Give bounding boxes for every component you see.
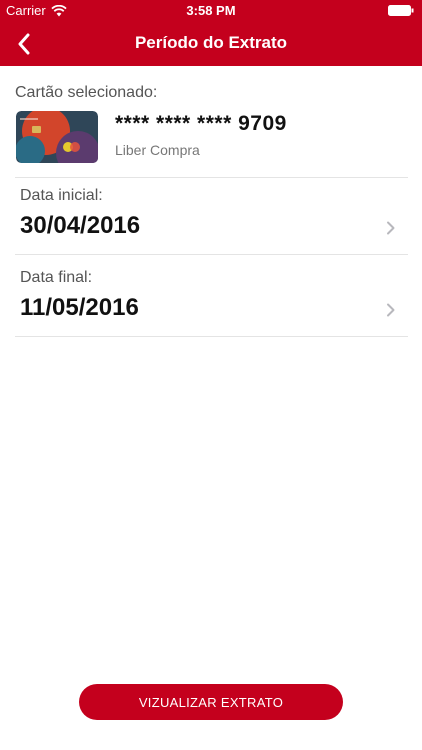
end-date-row[interactable]: Data final: 11/05/2016	[15, 259, 408, 339]
selected-card-label: Cartão selecionado:	[15, 84, 158, 101]
navigation-bar: Período do Extrato	[0, 22, 422, 66]
battery-icon	[388, 5, 414, 16]
page-title: Período do Extrato	[134, 33, 288, 52]
divider	[15, 254, 408, 255]
card-number: **** **** **** 9709	[115, 112, 287, 136]
chevron-right-icon	[387, 303, 395, 317]
end-date-label: Data final:	[20, 269, 93, 286]
start-date-value: 30/04/2016	[20, 212, 141, 239]
divider	[15, 336, 408, 337]
start-date-row[interactable]: Data inicial: 30/04/2016	[15, 177, 408, 257]
statement-period-screen: Carrier 3:58 PM Período do Extrato Cartã…	[0, 0, 422, 750]
card-type: Liber Compra	[115, 142, 200, 158]
credit-card-image	[16, 111, 98, 163]
card-number-masked: **** **** ****	[115, 112, 232, 135]
status-time: 3:58 PM	[186, 3, 236, 18]
chevron-right-icon	[387, 221, 395, 235]
start-date-label: Data inicial:	[20, 187, 103, 204]
app-header: Carrier 3:58 PM Período do Extrato	[0, 0, 422, 66]
selected-card[interactable]: **** **** **** 9709 Liber Compra	[15, 108, 408, 176]
status-bar: Carrier 3:58 PM	[0, 0, 422, 22]
view-statement-button[interactable]: VIZUALIZAR EXTRATO	[79, 684, 343, 720]
end-date-value: 11/05/2016	[20, 294, 139, 321]
card-number-last4: 9709	[238, 112, 287, 135]
